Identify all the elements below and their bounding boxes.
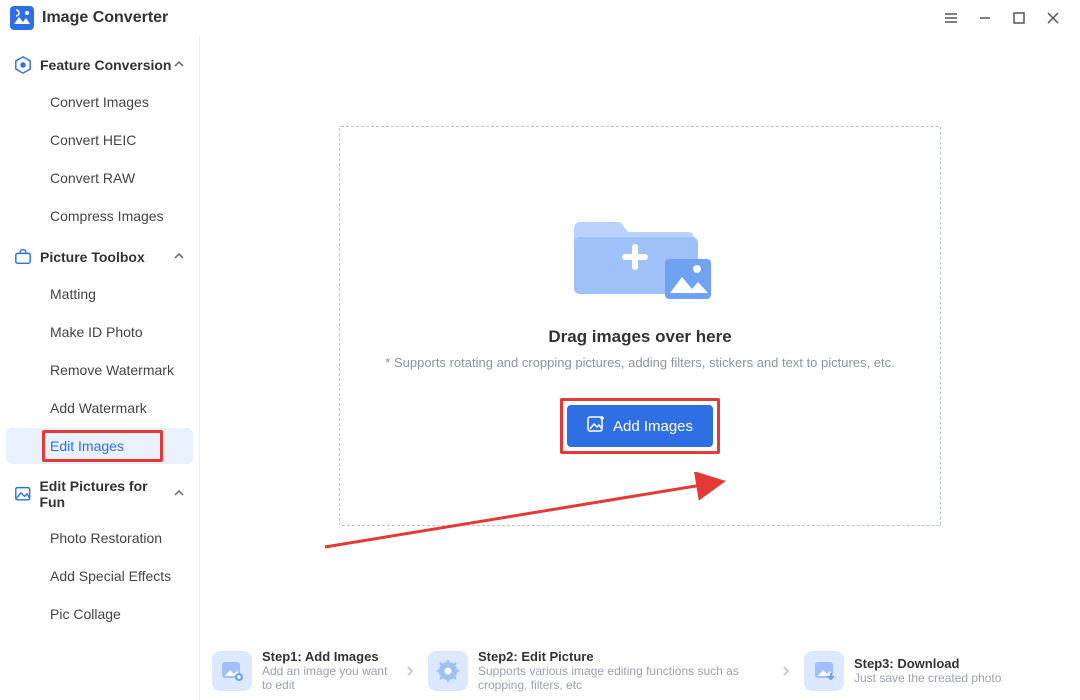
nav-section-label: Edit Pictures for Fun <box>39 478 173 510</box>
dropzone-title: Drag images over here <box>548 327 731 347</box>
dropzone[interactable]: Drag images over here * Supports rotatin… <box>339 126 941 526</box>
sidebar-item-make-id-photo[interactable]: Make ID Photo <box>6 314 193 350</box>
main-content: Drag images over here * Supports rotatin… <box>200 36 1080 700</box>
step-title: Step1: Add Images <box>262 649 392 664</box>
nav-section-label: Picture Toolbox <box>40 249 145 265</box>
sidebar-item-convert-heic[interactable]: Convert HEIC <box>6 122 193 158</box>
add-images-label: Add Images <box>613 418 693 435</box>
nav-section-label: Feature Conversion <box>40 57 171 73</box>
sidebar-item-compress-images[interactable]: Compress Images <box>6 198 193 234</box>
nav-section-feature-conversion[interactable]: Feature Conversion <box>0 48 199 82</box>
chevron-up-icon <box>173 486 185 502</box>
step-title: Step2: Edit Picture <box>478 649 768 664</box>
minimize-button[interactable] <box>968 4 1002 32</box>
toolbox-icon <box>14 248 32 266</box>
folder-add-icon <box>565 197 715 307</box>
chevron-right-icon <box>778 665 794 677</box>
step-subtitle: Add an image you want to edit <box>262 664 392 692</box>
step-subtitle: Just save the created photo <box>854 671 1001 685</box>
menu-button[interactable] <box>934 4 968 32</box>
step-2: Step2: Edit Picture Supports various ima… <box>428 649 768 692</box>
sidebar-item-photo-restoration[interactable]: Photo Restoration <box>6 520 193 556</box>
nav-section-picture-toolbox[interactable]: Picture Toolbox <box>0 240 199 274</box>
app-title: Image Converter <box>42 9 168 27</box>
nav-section-edit-pictures-for-fun[interactable]: Edit Pictures for Fun <box>0 470 199 518</box>
download-icon <box>804 651 844 691</box>
sidebar-item-remove-watermark[interactable]: Remove Watermark <box>6 352 193 388</box>
add-images-button[interactable]: Add Images <box>567 405 713 447</box>
chevron-right-icon <box>402 665 418 677</box>
sidebar-item-matting[interactable]: Matting <box>6 276 193 312</box>
step-title: Step3: Download <box>854 656 1001 671</box>
annotation-arrow <box>320 472 740 562</box>
sidebar: Feature Conversion Convert Images Conver… <box>0 36 200 700</box>
step-1: Step1: Add Images Add an image you want … <box>212 649 392 692</box>
sidebar-item-add-watermark[interactable]: Add Watermark <box>6 390 193 426</box>
sidebar-item-pic-collage[interactable]: Pic Collage <box>6 596 193 632</box>
app-icon <box>10 6 34 30</box>
gear-icon <box>428 651 468 691</box>
steps-footer: Step1: Add Images Add an image you want … <box>212 649 1068 692</box>
image-add-icon <box>212 651 252 691</box>
step-3: Step3: Download Just save the created ph… <box>804 651 1001 691</box>
step-subtitle: Supports various image editing functions… <box>478 664 768 692</box>
annotation-highlight: Add Images <box>560 398 720 454</box>
sidebar-item-add-special-effects[interactable]: Add Special Effects <box>6 558 193 594</box>
chevron-up-icon <box>173 249 185 265</box>
hexagon-icon <box>14 56 32 74</box>
sidebar-item-label: Edit Images <box>50 438 124 454</box>
image-plus-icon <box>587 415 605 437</box>
maximize-button[interactable] <box>1002 4 1036 32</box>
picture-icon <box>14 485 31 503</box>
chevron-up-icon <box>173 57 185 73</box>
sidebar-item-convert-images[interactable]: Convert Images <box>6 84 193 120</box>
sidebar-item-edit-images[interactable]: Edit Images <box>6 428 193 464</box>
titlebar: Image Converter <box>0 0 1080 36</box>
dropzone-subtitle: * Supports rotating and cropping picture… <box>365 355 914 370</box>
close-button[interactable] <box>1036 4 1070 32</box>
sidebar-item-convert-raw[interactable]: Convert RAW <box>6 160 193 196</box>
